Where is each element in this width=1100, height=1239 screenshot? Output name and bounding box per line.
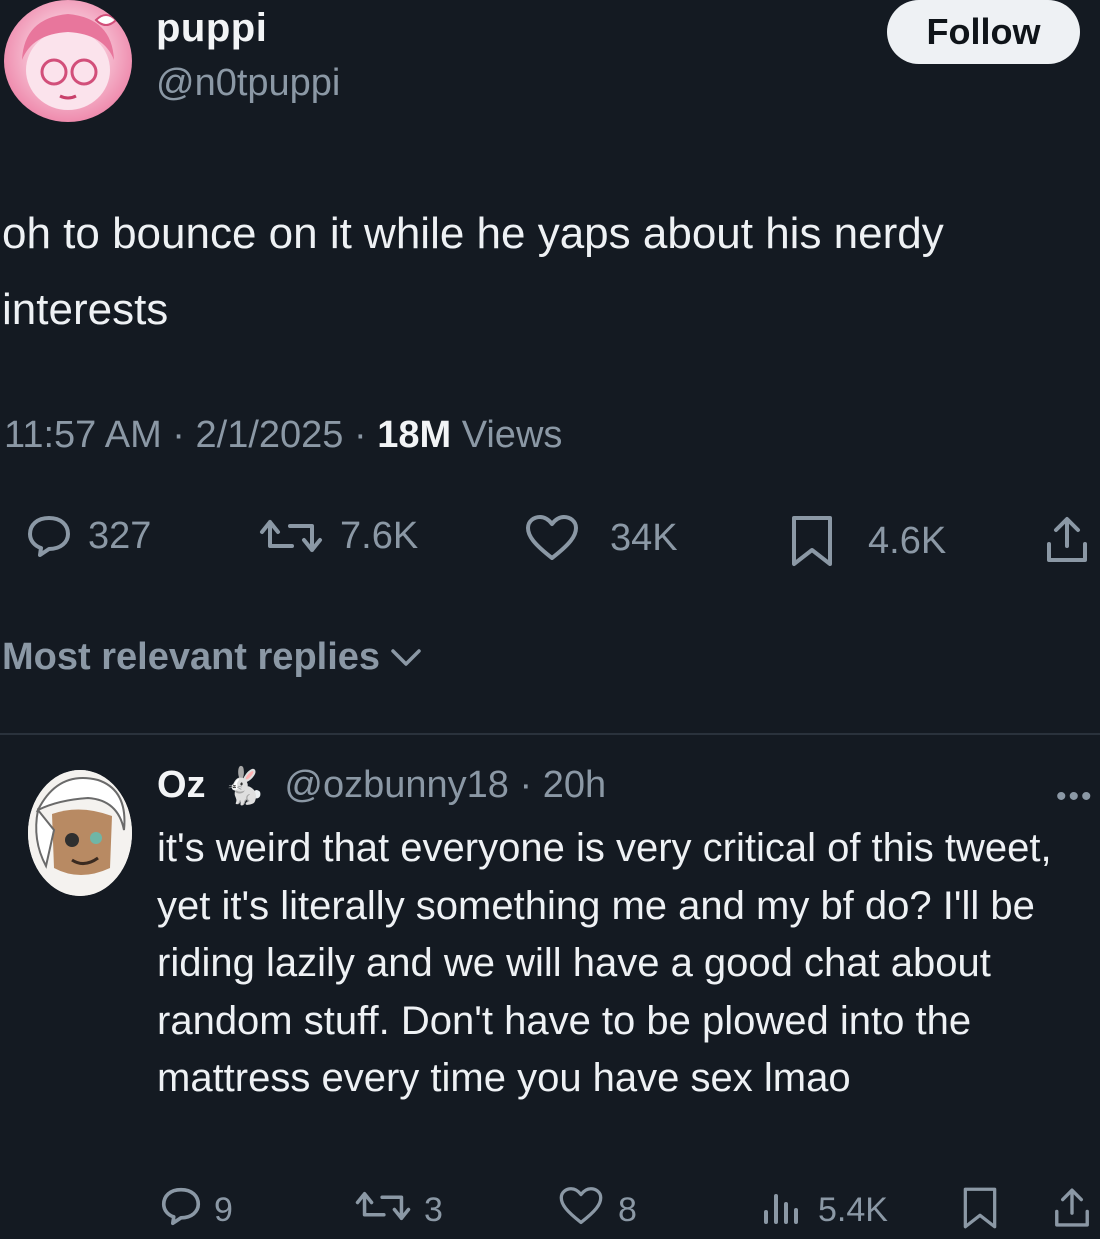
repost-icon [258, 514, 324, 558]
reply-bookmark-button[interactable] [962, 1186, 998, 1239]
follow-button[interactable]: Follow [887, 0, 1080, 64]
handle[interactable]: @n0tpuppi [156, 62, 340, 105]
analytics-icon [760, 1186, 800, 1235]
replies-sort-label: Most relevant replies [2, 636, 381, 678]
heart-icon [524, 514, 580, 562]
reply-button[interactable]: 327 [26, 514, 151, 558]
reply-repost-button[interactable]: 3 [354, 1186, 443, 1235]
bookmark-button[interactable]: 4.6K [790, 514, 946, 568]
repost-count: 7.6K [340, 514, 419, 557]
reply-icon [160, 1186, 202, 1235]
reply-icon [26, 514, 72, 558]
reply-views-button[interactable]: 5.4K [760, 1186, 888, 1235]
avatar[interactable] [4, 0, 132, 122]
reply-header: Oz 🐇 @ozbunny18 · 20h [157, 764, 607, 807]
tweet-time: 11:57 AM [4, 414, 162, 456]
reply-reply-button[interactable]: 9 [160, 1186, 233, 1235]
reply-reply-count: 9 [214, 1191, 233, 1229]
reply-share-button[interactable] [1052, 1186, 1092, 1239]
views-label: Views [461, 414, 563, 456]
share-icon [1044, 514, 1090, 566]
tweet-date: 2/1/2025 [195, 414, 344, 456]
repost-button[interactable]: 7.6K [258, 514, 418, 558]
reply-count: 327 [88, 514, 152, 557]
reply-display-name[interactable]: Oz [157, 764, 206, 807]
reply-like-button[interactable]: 8 [558, 1186, 637, 1235]
reply-repost-count: 3 [424, 1191, 443, 1229]
reply-avatar[interactable] [28, 770, 132, 896]
reply-views-count: 5.4K [818, 1191, 888, 1229]
more-options-icon[interactable]: ••• [1056, 780, 1094, 814]
reply-time: 20h [542, 764, 607, 806]
share-icon [1052, 1186, 1092, 1239]
views-count: 18M [377, 414, 452, 456]
tweet-text: oh to bounce on it while he yaps about h… [2, 209, 944, 334]
divider [0, 733, 1100, 735]
display-name[interactable]: puppi [156, 6, 267, 51]
bookmark-icon [962, 1186, 998, 1239]
like-count: 34K [610, 516, 678, 559]
replies-sort-dropdown[interactable]: Most relevant replies [2, 636, 422, 679]
reply-handle[interactable]: @ozbunny18 [284, 764, 509, 807]
repost-icon [354, 1186, 412, 1235]
rabbit-icon: 🐇 [221, 764, 267, 806]
reply-text: it's weird that everyone is very critica… [157, 826, 1052, 1100]
heart-icon [558, 1186, 604, 1235]
bookmark-count: 4.6K [868, 519, 947, 562]
share-button[interactable] [1044, 514, 1090, 566]
like-button[interactable]: 34K [524, 514, 678, 562]
tweet-meta: 11:57 AM · 2/1/2025 · 18M Views [4, 414, 563, 456]
chevron-down-icon [390, 636, 422, 679]
reply-like-count: 8 [618, 1191, 637, 1229]
bookmark-icon [790, 514, 834, 568]
